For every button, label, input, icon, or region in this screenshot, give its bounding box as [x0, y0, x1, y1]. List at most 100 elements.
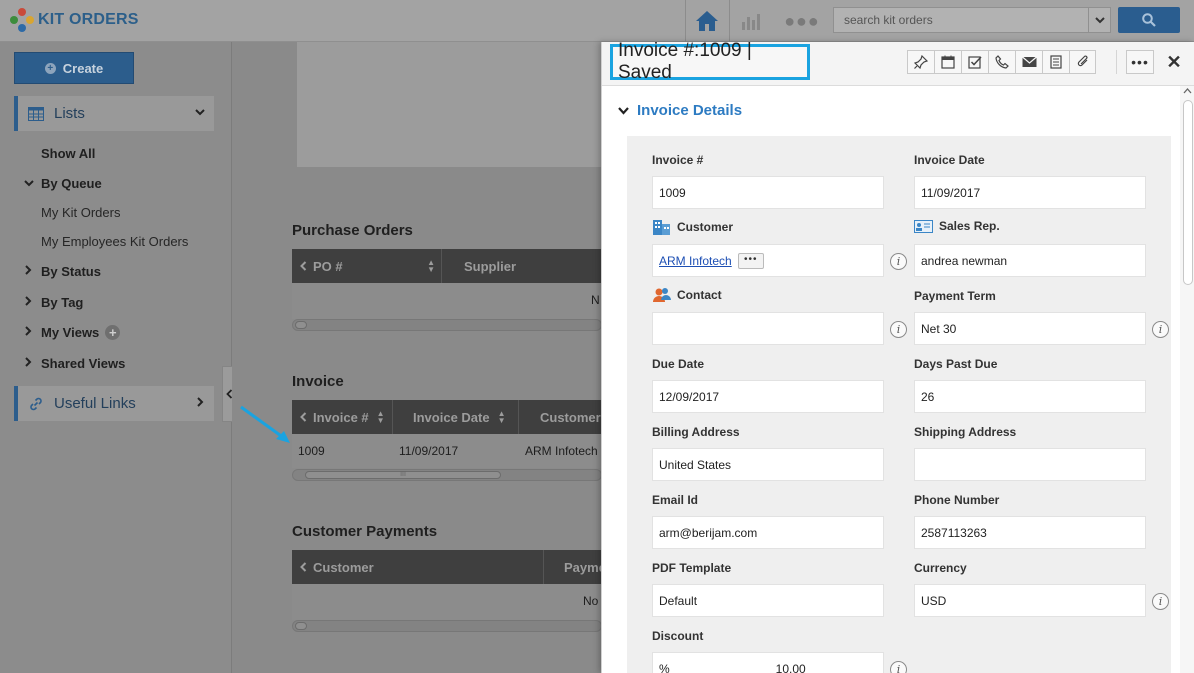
- payment-term-field[interactable]: Net 30: [914, 312, 1146, 345]
- email-button[interactable]: [1015, 50, 1042, 74]
- phone-number-label: Phone Number: [914, 493, 1000, 507]
- info-icon[interactable]: i: [890, 661, 907, 673]
- sales-rep-field[interactable]: andrea newman: [914, 244, 1146, 277]
- email-id-field[interactable]: arm@berijam.com: [652, 516, 884, 549]
- invoice-date-field[interactable]: 11/09/2017: [914, 176, 1146, 209]
- sidebar-item-label: By Tag: [41, 295, 84, 310]
- info-icon[interactable]: i: [1152, 593, 1169, 610]
- invoice-details-toggle[interactable]: Invoice Details: [618, 102, 742, 119]
- sidebar-item-by-queue[interactable]: By Queue: [24, 176, 102, 191]
- home-icon: [696, 11, 718, 31]
- column-header-customer[interactable]: Customer: [519, 400, 602, 434]
- link-icon: [30, 397, 42, 410]
- currency-label: Currency: [914, 561, 967, 575]
- divider: [1116, 50, 1117, 74]
- useful-links-label: Useful Links: [54, 395, 136, 412]
- due-date-field[interactable]: 12/09/2017: [652, 380, 884, 413]
- shipping-address-field[interactable]: [914, 448, 1146, 481]
- column-label: Payme: [564, 559, 602, 575]
- search-scope-dropdown[interactable]: [1088, 8, 1110, 32]
- more-apps-button[interactable]: ●●●: [780, 0, 824, 42]
- info-icon[interactable]: i: [1152, 321, 1169, 338]
- more-actions-button[interactable]: •••: [1126, 50, 1154, 74]
- add-view-icon[interactable]: +: [105, 325, 121, 340]
- column-header-invoice-date[interactable]: Invoice Date ▲ ▼: [393, 400, 519, 434]
- customer-payments-grid-header: Customer Payme: [292, 550, 602, 584]
- customer-lookup-button[interactable]: •••: [737, 252, 764, 269]
- horizontal-scrollbar[interactable]: [292, 620, 602, 632]
- search-button[interactable]: [1118, 7, 1180, 33]
- invoice-no-field[interactable]: 1009: [652, 176, 884, 209]
- scrollbar-thumb[interactable]: III: [305, 471, 501, 479]
- pin-button[interactable]: [907, 50, 934, 74]
- lists-section-header[interactable]: Lists: [14, 96, 214, 131]
- sidebar-item-show-all[interactable]: Show All: [41, 146, 95, 161]
- currency-field[interactable]: USD: [914, 584, 1146, 617]
- column-label: Supplier: [464, 258, 517, 274]
- customer-link[interactable]: ARM Infotech: [659, 254, 732, 268]
- note-button[interactable]: [1042, 50, 1069, 74]
- calendar-button[interactable]: [934, 50, 961, 74]
- column-header-payment[interactable]: Payme: [544, 550, 602, 584]
- sidebar-item-by-status[interactable]: By Status: [24, 264, 101, 279]
- ellipsis-icon: •••: [1131, 54, 1149, 70]
- kit-logo-icon: [10, 8, 34, 32]
- column-header-invoice-no[interactable]: Invoice # ▲ ▼: [292, 400, 393, 434]
- sidebar-item-label: Shared Views: [41, 356, 126, 371]
- column-label: Invoice Date: [413, 409, 490, 425]
- horizontal-scrollbar[interactable]: [292, 319, 602, 331]
- close-panel-button[interactable]: ✕: [1164, 52, 1184, 72]
- sidebar-item-my-employees-kit-orders[interactable]: My Employees Kit Orders: [41, 234, 188, 249]
- sidebar-item-label: My Employees Kit Orders: [41, 234, 189, 249]
- chevron-left-icon: [300, 412, 307, 422]
- sidebar-item-my-kit-orders[interactable]: My Kit Orders: [41, 205, 120, 220]
- contact-field[interactable]: [652, 312, 884, 345]
- discount-field[interactable]: % 10.00: [652, 652, 884, 673]
- reports-button[interactable]: [730, 0, 774, 42]
- discount-value: 10.00: [775, 661, 806, 673]
- column-header-supplier[interactable]: Supplier: [442, 249, 602, 283]
- customer-label: Customer: [652, 219, 733, 235]
- task-button[interactable]: [961, 50, 988, 74]
- search-input[interactable]: [834, 8, 1088, 32]
- chevron-left-icon: [300, 562, 307, 572]
- days-past-due-field[interactable]: 26: [914, 380, 1146, 413]
- app-logo[interactable]: KIT ORDERS: [10, 8, 139, 32]
- pdf-template-field[interactable]: Default: [652, 584, 884, 617]
- column-header-po[interactable]: PO # ▲ ▼: [292, 249, 442, 283]
- column-label: PO #: [313, 258, 343, 274]
- sort-icon: ▲ ▼: [497, 409, 506, 425]
- sidebar-item-by-tag[interactable]: By Tag: [24, 295, 83, 310]
- cell-customer: ARM Infotech: [525, 444, 598, 458]
- horizontal-scrollbar[interactable]: III: [292, 469, 602, 481]
- attachment-button[interactable]: [1069, 50, 1096, 74]
- scrollbar-thumb[interactable]: [295, 622, 307, 630]
- email-id-label: Email Id: [652, 493, 699, 507]
- info-icon[interactable]: i: [890, 253, 907, 270]
- sidebar: + Create Lists Show All By Queue My Kit …: [0, 42, 232, 673]
- sidebar-item-shared-views[interactable]: Shared Views: [24, 356, 125, 371]
- sidebar-item-my-views[interactable]: My Views +: [24, 325, 121, 340]
- building-icon: [653, 220, 670, 235]
- column-header-customer[interactable]: Customer: [292, 550, 544, 584]
- home-button[interactable]: [686, 0, 728, 42]
- useful-links-section-header[interactable]: Useful Links: [14, 386, 214, 421]
- billing-address-field[interactable]: United States: [652, 448, 884, 481]
- call-button[interactable]: [988, 50, 1015, 74]
- discount-label: Discount: [652, 629, 704, 643]
- scrollbar-thumb[interactable]: [1183, 100, 1193, 285]
- invoice-grid-header: Invoice # ▲ ▼ Invoice Date ▲ ▼ Customer: [292, 400, 602, 434]
- sort-icon: ▲ ▼: [376, 409, 385, 425]
- panel-toolbar: [907, 50, 1096, 74]
- phone-number-field[interactable]: 2587113263: [914, 516, 1146, 549]
- main-content: Purchase Orders PO # ▲ ▼ Supplier N Invoi…: [232, 42, 602, 673]
- table-row[interactable]: 1009 11/09/2017 ARM Infotech: [292, 434, 602, 468]
- billing-address-label: Billing Address: [652, 425, 740, 439]
- vertical-scrollbar[interactable]: [1180, 86, 1194, 673]
- caret-right-icon: [24, 326, 41, 339]
- info-icon[interactable]: i: [890, 321, 907, 338]
- sort-icon: ▲ ▼: [427, 258, 435, 274]
- scrollbar-thumb[interactable]: [295, 321, 307, 329]
- contacts-icon: [653, 288, 671, 302]
- create-button[interactable]: + Create: [14, 52, 134, 84]
